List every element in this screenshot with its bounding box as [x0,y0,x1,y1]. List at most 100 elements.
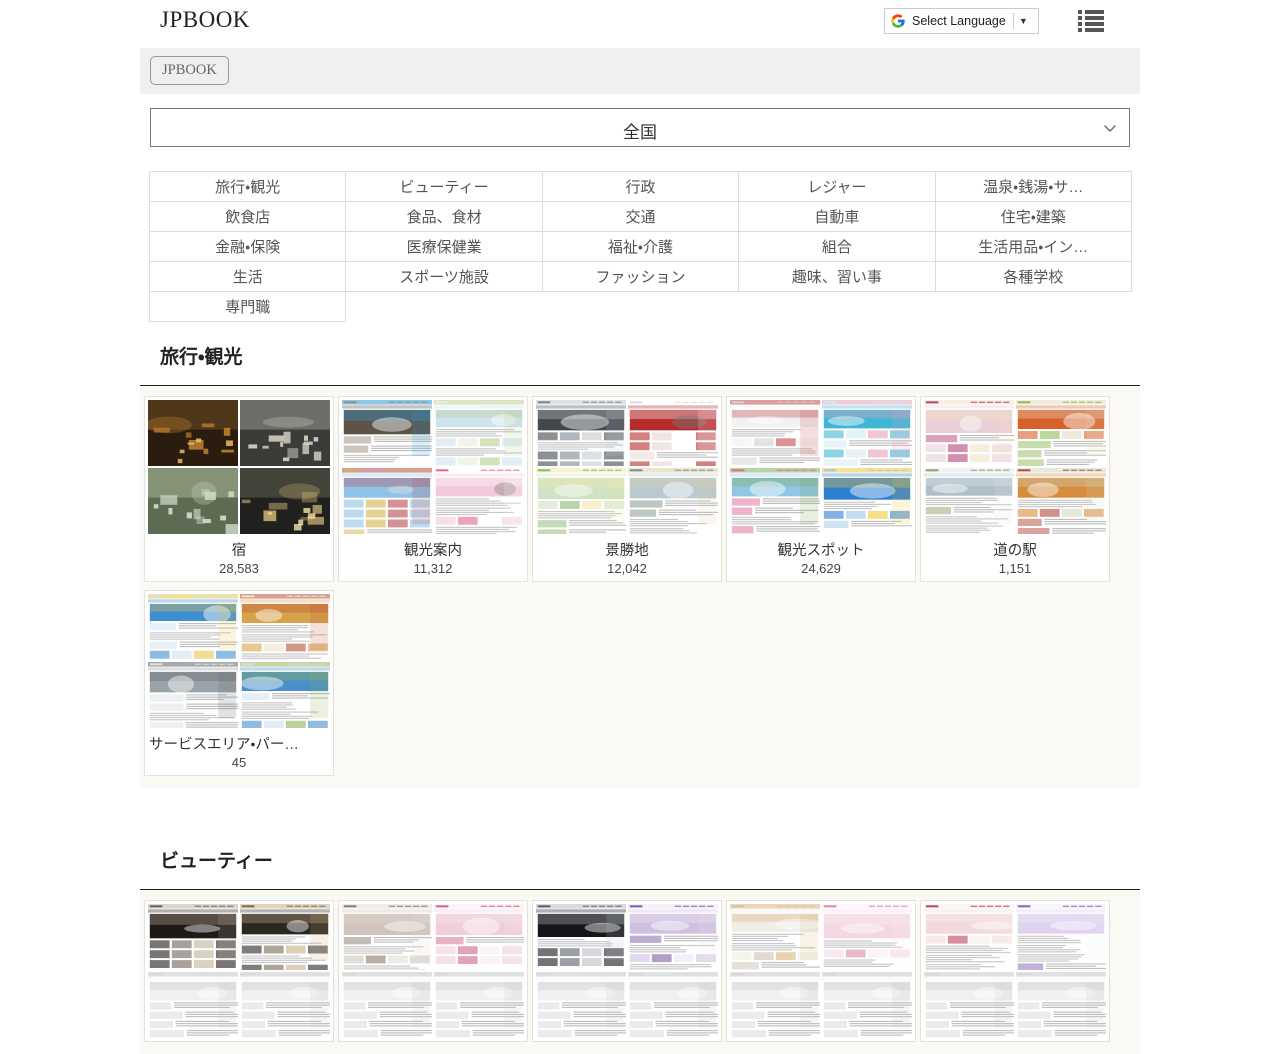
category-row: 生活スポーツ施設ファッション趣味、習い事各種学校 [150,262,1132,292]
thumbnail-tile [730,972,820,1038]
category-row: 金融・保険医療保健業福祉・介護組合生活用品・イン… [150,232,1132,262]
category-cell[interactable]: 生活 [150,262,346,292]
section-title: 旅行・観光 [140,348,1140,367]
category-card[interactable] [532,900,722,1042]
category-cell[interactable]: 医療保健業 [346,232,542,262]
thumbnail-tile [1016,468,1106,534]
thumbnail-tile [730,400,820,466]
category-card[interactable]: 道の駅1,151 [920,396,1110,582]
google-translate-widget[interactable]: Select Language ▼ [884,8,1039,34]
card-label: 宿 [145,537,333,560]
card-count: 28,583 [145,560,333,581]
chevron-down-icon[interactable]: ▼ [1019,17,1028,26]
thumbnail-tile [434,468,524,534]
category-row: 旅行・観光ビューティー行政レジャー温泉・銭湯・サ… [150,172,1132,202]
thumbnail-tile [536,972,626,1038]
chevron-down-icon [1103,121,1117,135]
category-cell[interactable]: 自動車 [739,202,935,232]
thumbnail-tile [822,972,912,1038]
category-card[interactable]: 景勝地12,042 [532,396,722,582]
thumbnail-tile [924,904,1014,970]
thumbnail-tile [628,468,718,534]
category-card[interactable] [338,900,528,1042]
breadcrumb: JPBOOK [140,48,1140,94]
thumbnail-tile [628,400,718,466]
thumbnail-tile [148,972,238,1038]
card-thumbnail [145,591,333,731]
category-cell[interactable]: 温泉・銭湯・サ… [935,172,1131,202]
category-cell[interactable]: ビューティー [346,172,542,202]
thumbnail-tile [730,904,820,970]
thumbnail-tile [148,400,238,466]
category-cell[interactable]: 組合 [739,232,935,262]
thumbnail-tile [240,594,330,660]
category-card[interactable] [144,900,334,1042]
category-cell-empty [739,292,935,322]
thumbnail-tile [148,662,238,728]
category-cell[interactable]: 専門職 [150,292,346,322]
thumbnail-tile [1016,400,1106,466]
card-grid [140,890,1140,1054]
card-thumbnail [145,901,333,1041]
category-cell[interactable]: 食品、食材 [346,202,542,232]
thumbnail-tile [434,400,524,466]
category-cell-empty [542,292,738,322]
card-thumbnail [533,901,721,1041]
category-cell[interactable]: レジャー [739,172,935,202]
card-count: 12,042 [533,560,721,581]
thumbnail-tile [924,468,1014,534]
category-cell[interactable]: 旅行・観光 [150,172,346,202]
category-cell[interactable]: ファッション [542,262,738,292]
card-thumbnail [921,901,1109,1041]
category-cell[interactable]: 飲食店 [150,202,346,232]
category-row: 飲食店食品、食材交通自動車住宅・建築 [150,202,1132,232]
list-menu-icon[interactable] [1074,7,1108,33]
google-g-icon [890,13,906,29]
thumbnail-tile [822,400,912,466]
thumbnail-tile [536,400,626,466]
thumbnail-tile [240,972,330,1038]
category-cell[interactable]: スポーツ施設 [346,262,542,292]
category-cell[interactable]: 交通 [542,202,738,232]
category-card[interactable]: 観光案内11,312 [338,396,528,582]
thumbnail-tile [924,400,1014,466]
category-cell[interactable]: 各種学校 [935,262,1131,292]
region-select-value: 全国 [151,118,1129,143]
thumbnail-tile [1016,972,1106,1038]
category-card[interactable]: サービスエリア・パー…45 [144,590,334,776]
category-card[interactable]: 宿28,583 [144,396,334,582]
category-cell[interactable]: 趣味、習い事 [739,262,935,292]
translate-label: Select Language [912,14,1006,28]
card-thumbnail [145,397,333,537]
thumbnail-tile [148,904,238,970]
card-thumbnail [727,901,915,1041]
site-logo[interactable]: JPBOOK [160,7,250,33]
thumbnail-tile [240,904,330,970]
thumbnail-tile [1016,904,1106,970]
thumbnail-tile [240,400,330,466]
category-card[interactable]: 観光スポット24,629 [726,396,916,582]
thumbnail-tile [148,468,238,534]
thumbnail-tile [822,468,912,534]
region-select[interactable]: 全国 [150,108,1130,147]
card-count: 11,312 [339,560,527,581]
category-card[interactable] [726,900,916,1042]
card-label: サービスエリア・パー… [145,731,333,754]
category-card[interactable] [920,900,1110,1042]
thumbnail-tile [342,468,432,534]
card-count: 24,629 [727,560,915,581]
category-cell[interactable]: 行政 [542,172,738,202]
thumbnail-tile [434,904,524,970]
category-cell[interactable]: 福祉・介護 [542,232,738,262]
breadcrumb-item-jpbook[interactable]: JPBOOK [150,56,229,85]
thumbnail-tile [822,904,912,970]
category-table: 旅行・観光ビューティー行政レジャー温泉・銭湯・サ…飲食店食品、食材交通自動車住宅… [149,171,1132,322]
category-cell[interactable]: 金融・保険 [150,232,346,262]
card-label: 観光案内 [339,537,527,560]
category-cell[interactable]: 住宅・建築 [935,202,1131,232]
thumbnail-tile [924,972,1014,1038]
category-cell[interactable]: 生活用品・イン… [935,232,1131,262]
thumbnail-tile [240,468,330,534]
card-count: 45 [145,754,333,775]
card-grid: 宿28,583観光案内11,312景勝地12,042観光スポット24,629道の… [140,386,1140,788]
